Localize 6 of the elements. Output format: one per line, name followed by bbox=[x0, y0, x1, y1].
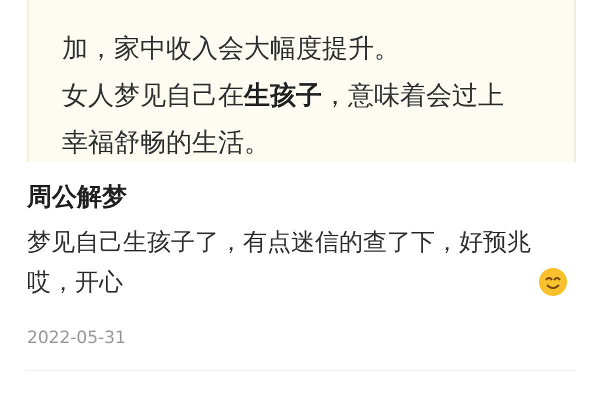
comment-text: 梦见自己生孩子了，有点迷信的查了下，好预兆哎，开心 bbox=[27, 227, 532, 298]
comment-author: 周公解梦 bbox=[27, 182, 128, 212]
excerpt-paragraph: 加，家中收入会大幅度提升。 bbox=[62, 33, 401, 66]
excerpt-paragraph: 女人梦见自己在生孩子，意味着会过上幸福舒畅的生活。 bbox=[62, 80, 505, 160]
smiley-icon bbox=[538, 267, 568, 297]
comment-date: 2022-05-31 bbox=[27, 328, 127, 348]
